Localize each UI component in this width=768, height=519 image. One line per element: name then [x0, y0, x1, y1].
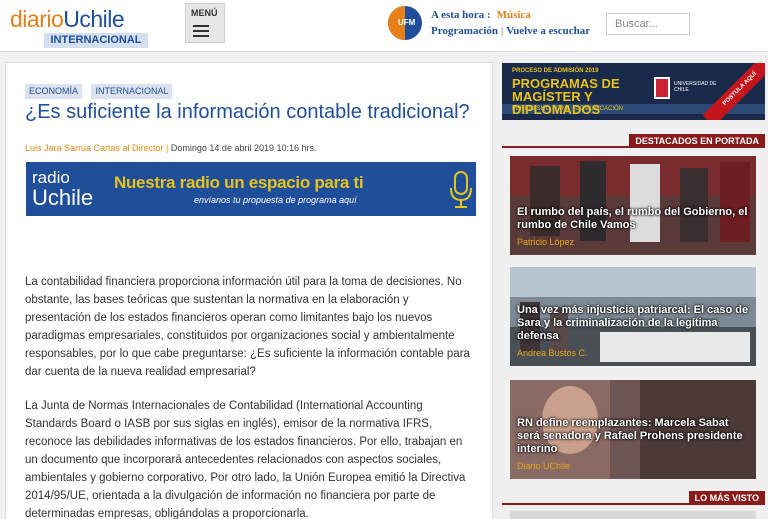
card-author: Patricio López	[517, 237, 575, 247]
featured-card[interactable]: RN define reemplazantes: Marcela Sabat s…	[510, 380, 756, 479]
article-author[interactable]: Luis Jara Sarrúa Cartas al Director |	[25, 143, 168, 153]
card-title: RN define reemplazantes: Marcela Sabat s…	[517, 417, 743, 455]
destacados-header: DESTACADOS EN PORTADA	[502, 134, 765, 148]
logo-diario: diario	[10, 6, 64, 32]
menu-label: MENÚ	[191, 8, 218, 18]
article-paragraph: La Junta de Normas Internacionales de Co…	[25, 400, 466, 519]
tag-internacional[interactable]: INTERNACIONAL	[91, 84, 173, 99]
menu-button[interactable]: MENÚ	[185, 3, 225, 43]
university-seal-icon	[654, 77, 670, 99]
hamburger-icon	[193, 25, 209, 37]
article-paragraph: La contabilidad financiera proporciona i…	[25, 276, 470, 378]
banner-headline: Nuestra radio un espacio para ti	[114, 173, 364, 192]
now-playing-label: A esta hora :	[431, 9, 491, 21]
mas-visto-header: LO MÁS VISTO	[502, 491, 765, 505]
card-title: Una vez más injusticia patriarcal: El ca…	[517, 304, 749, 342]
card-author: Andrea Bustos C.	[517, 348, 588, 358]
card-author: Diario UChile	[517, 461, 571, 471]
destacados-label: DESTACADOS EN PORTADA	[629, 134, 765, 148]
banner-subline: envíanos tu propuesta de programa aquí	[194, 195, 357, 205]
banner-logo: radio Uchile	[32, 168, 93, 209]
featured-card[interactable]: Una vez más injusticia patriarcal: El ca…	[510, 267, 756, 366]
mas-visto-item[interactable]	[510, 511, 756, 519]
radio-links: Programación | Vuelve a escuchar	[431, 25, 590, 37]
magister-promo-banner[interactable]: PROCESO DE ADMISIÓN 2019 PROGRAMAS DE MA…	[502, 63, 765, 120]
article: ECONOMÍA INTERNACIONAL ¿Es suficiente la…	[5, 62, 493, 519]
tag-economia[interactable]: ECONOMÍA	[25, 84, 83, 99]
promo-line3: PERIODISMO · CINE · COMUNICACIÓN	[512, 106, 624, 112]
article-title: ¿Es suficiente la información contable t…	[25, 101, 470, 123]
card-title: El rumbo del país, el rumbo del Gobierno…	[517, 206, 748, 231]
mas-visto-label: LO MÁS VISTO	[688, 491, 765, 505]
promo-university: UNIVERSIDAD DE CHILE	[674, 81, 717, 93]
search-input[interactable]: Buscar...	[606, 13, 690, 35]
microphone-icon	[450, 171, 472, 208]
logo-uchile: Uchile	[63, 6, 125, 32]
radio-icon-label: UFM	[398, 18, 416, 27]
radio-uchile-icon[interactable]: UFM	[388, 6, 422, 40]
article-tags: ECONOMÍA INTERNACIONAL	[25, 81, 177, 99]
radio-banner[interactable]: radio Uchile Nuestra radio un espacio pa…	[26, 162, 476, 216]
programacion-link[interactable]: Programación	[431, 25, 498, 37]
article-body: La contabilidad financiera proporciona i…	[25, 273, 477, 519]
banner-logo-bottom: Uchile	[32, 185, 94, 210]
now-playing-value: Música	[496, 9, 531, 21]
site-header: diarioUchile INTERNACIONAL MENÚ UFM A es…	[0, 0, 768, 52]
now-playing: A esta hora : Música	[431, 9, 531, 21]
logo-section: INTERNACIONAL	[44, 33, 148, 48]
link-separator: |	[501, 25, 504, 37]
site-logo[interactable]: diarioUchile INTERNACIONAL	[10, 6, 148, 48]
article-date: Domingo 14 de abril 2019 10:16 hrs.	[170, 143, 317, 153]
promo-line1: PROCESO DE ADMISIÓN 2019	[512, 68, 599, 74]
vuelve-a-escuchar-link[interactable]: Vuelve a escuchar	[506, 25, 590, 37]
article-byline: Luis Jara Sarrúa Cartas al Director | Do…	[25, 143, 317, 153]
featured-card[interactable]: El rumbo del país, el rumbo del Gobierno…	[510, 156, 756, 255]
